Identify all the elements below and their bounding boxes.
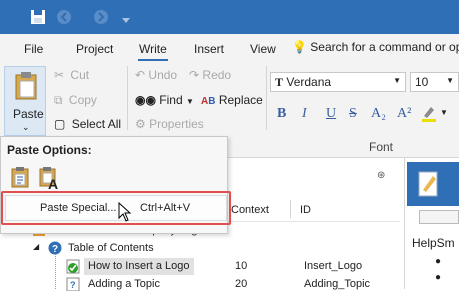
tree-row-context: 20	[235, 278, 248, 290]
properties-button[interactable]: ⚙ Properties	[135, 117, 204, 131]
bullet: ●	[435, 256, 442, 267]
select-all-button[interactable]: ▢ Select All	[54, 117, 121, 131]
copy-button[interactable]: ⧉ Copy	[54, 93, 97, 108]
preview-header	[407, 162, 459, 206]
bullet: ●	[435, 272, 442, 283]
find-button[interactable]: ◉◉ Find ▼	[135, 93, 194, 107]
binoculars-icon: ◉◉	[135, 93, 156, 107]
select-all-icon: ▢	[54, 117, 66, 131]
tree-row-id: Adding_Topic	[304, 278, 371, 290]
replace-button[interactable]: AB Replace	[201, 93, 263, 107]
clipboard-icon	[14, 71, 38, 104]
font-size-value: 10	[415, 75, 429, 89]
chevron-down-icon: ▼	[185, 97, 194, 106]
redo-button[interactable]: ↷ Redo	[189, 68, 231, 82]
superscript-button[interactable]: A²	[397, 106, 411, 122]
redo-icon: ↷	[189, 68, 200, 82]
undo-label: Undo	[148, 68, 178, 82]
tree-row[interactable]: ? Adding a Topic 20 Adding_Topic	[0, 276, 400, 292]
column-divider	[290, 200, 291, 218]
highlight-box	[1, 191, 231, 225]
tree-guide-line	[55, 254, 56, 289]
replace-icon: AB	[201, 96, 216, 107]
cut-label: Cut	[70, 68, 90, 82]
chevron-down-icon: ▼	[446, 76, 454, 85]
font-size-select[interactable]: 10 ▼	[410, 72, 459, 92]
menu-file[interactable]: File	[24, 42, 43, 56]
font-type-icon: T	[275, 75, 284, 89]
paste-text-only-icon[interactable]: A	[39, 166, 61, 193]
paste-keep-formatting-icon[interactable]	[11, 166, 31, 191]
menu-write[interactable]: Write	[138, 42, 168, 61]
copy-label: Copy	[68, 93, 97, 107]
paste-button[interactable]: Paste ⌄	[4, 66, 46, 136]
tree-row[interactable]: How to Insert a Logo 10 Insert_Logo	[0, 258, 400, 276]
chevron-down-icon: ▼	[393, 76, 401, 85]
font-group-label: Font	[369, 140, 394, 154]
chevron-down-icon[interactable]: ▼	[440, 108, 448, 117]
copy-icon: ⧉	[54, 93, 63, 107]
bold-button[interactable]: B	[277, 106, 286, 122]
forward-icon[interactable]	[93, 9, 109, 28]
ribbon-separator	[266, 66, 267, 130]
topic-icon: ?	[66, 277, 80, 294]
italic-button[interactable]: I	[302, 106, 307, 122]
topic-done-icon	[66, 259, 80, 277]
font-name-value: Verdana	[286, 75, 332, 89]
column-id[interactable]: ID	[300, 204, 311, 216]
collapse-icon[interactable]: ◢	[33, 242, 39, 251]
paste-options-title: Paste Options:	[7, 143, 92, 157]
highlight-color-icon[interactable]	[421, 104, 437, 125]
ruler	[419, 210, 459, 224]
menu-insert[interactable]: Insert	[194, 42, 224, 56]
properties-label: Properties	[149, 117, 204, 131]
save-icon[interactable]	[30, 9, 46, 28]
cut-button[interactable]: ✂ Cut	[54, 68, 89, 82]
preview-text: HelpSm	[412, 236, 455, 250]
tree-row-label: Table of Contents	[68, 242, 154, 254]
command-search-placeholder: Search for a command or op	[310, 40, 459, 54]
tree-row-label: Adding a Topic	[88, 278, 160, 290]
svg-text:A: A	[48, 176, 58, 190]
paste-label: Paste	[13, 107, 44, 121]
strikethrough-button[interactable]: S	[349, 106, 357, 122]
properties-icon: ⚙	[135, 117, 146, 131]
tree-row-label: How to Insert a Logo	[84, 258, 194, 275]
menu-bar: File Project Write Insert View 💡 Search …	[0, 34, 459, 62]
quick-access-dropdown-icon[interactable]	[122, 13, 130, 27]
scissors-icon: ✂	[54, 68, 65, 82]
tree-row-id: Insert_Logo	[304, 260, 363, 272]
pin-icon[interactable]: ⊛	[377, 170, 385, 181]
select-all-label: Select All	[71, 117, 122, 131]
undo-button[interactable]: ↶ Undo	[135, 68, 177, 82]
command-search[interactable]: 💡 Search for a command or op	[292, 40, 459, 54]
back-icon[interactable]	[56, 9, 72, 28]
mouse-cursor-icon	[118, 201, 132, 225]
lightbulb-icon: 💡	[292, 40, 307, 54]
menu-view[interactable]: View	[250, 42, 276, 56]
underline-button[interactable]: U	[326, 106, 336, 122]
font-name-select[interactable]: T Verdana ▼	[270, 72, 406, 92]
document-icon	[417, 170, 441, 201]
tree-row-context: 10	[235, 260, 248, 272]
preview-pane: HelpSm ● ●	[404, 158, 459, 289]
menu-project[interactable]: Project	[76, 42, 113, 56]
undo-icon: ↶	[135, 68, 146, 82]
chevron-down-icon: ⌄	[22, 122, 30, 132]
tree-row[interactable]: ◢ ? Table of Contents	[0, 240, 400, 258]
find-label: Find	[159, 93, 183, 107]
replace-label: Replace	[218, 93, 263, 107]
column-context[interactable]: Context	[231, 204, 269, 216]
subscript-button[interactable]: A₂	[371, 106, 386, 122]
title-bar	[0, 0, 459, 34]
redo-label: Redo	[202, 68, 232, 82]
ribbon-separator	[127, 66, 128, 130]
